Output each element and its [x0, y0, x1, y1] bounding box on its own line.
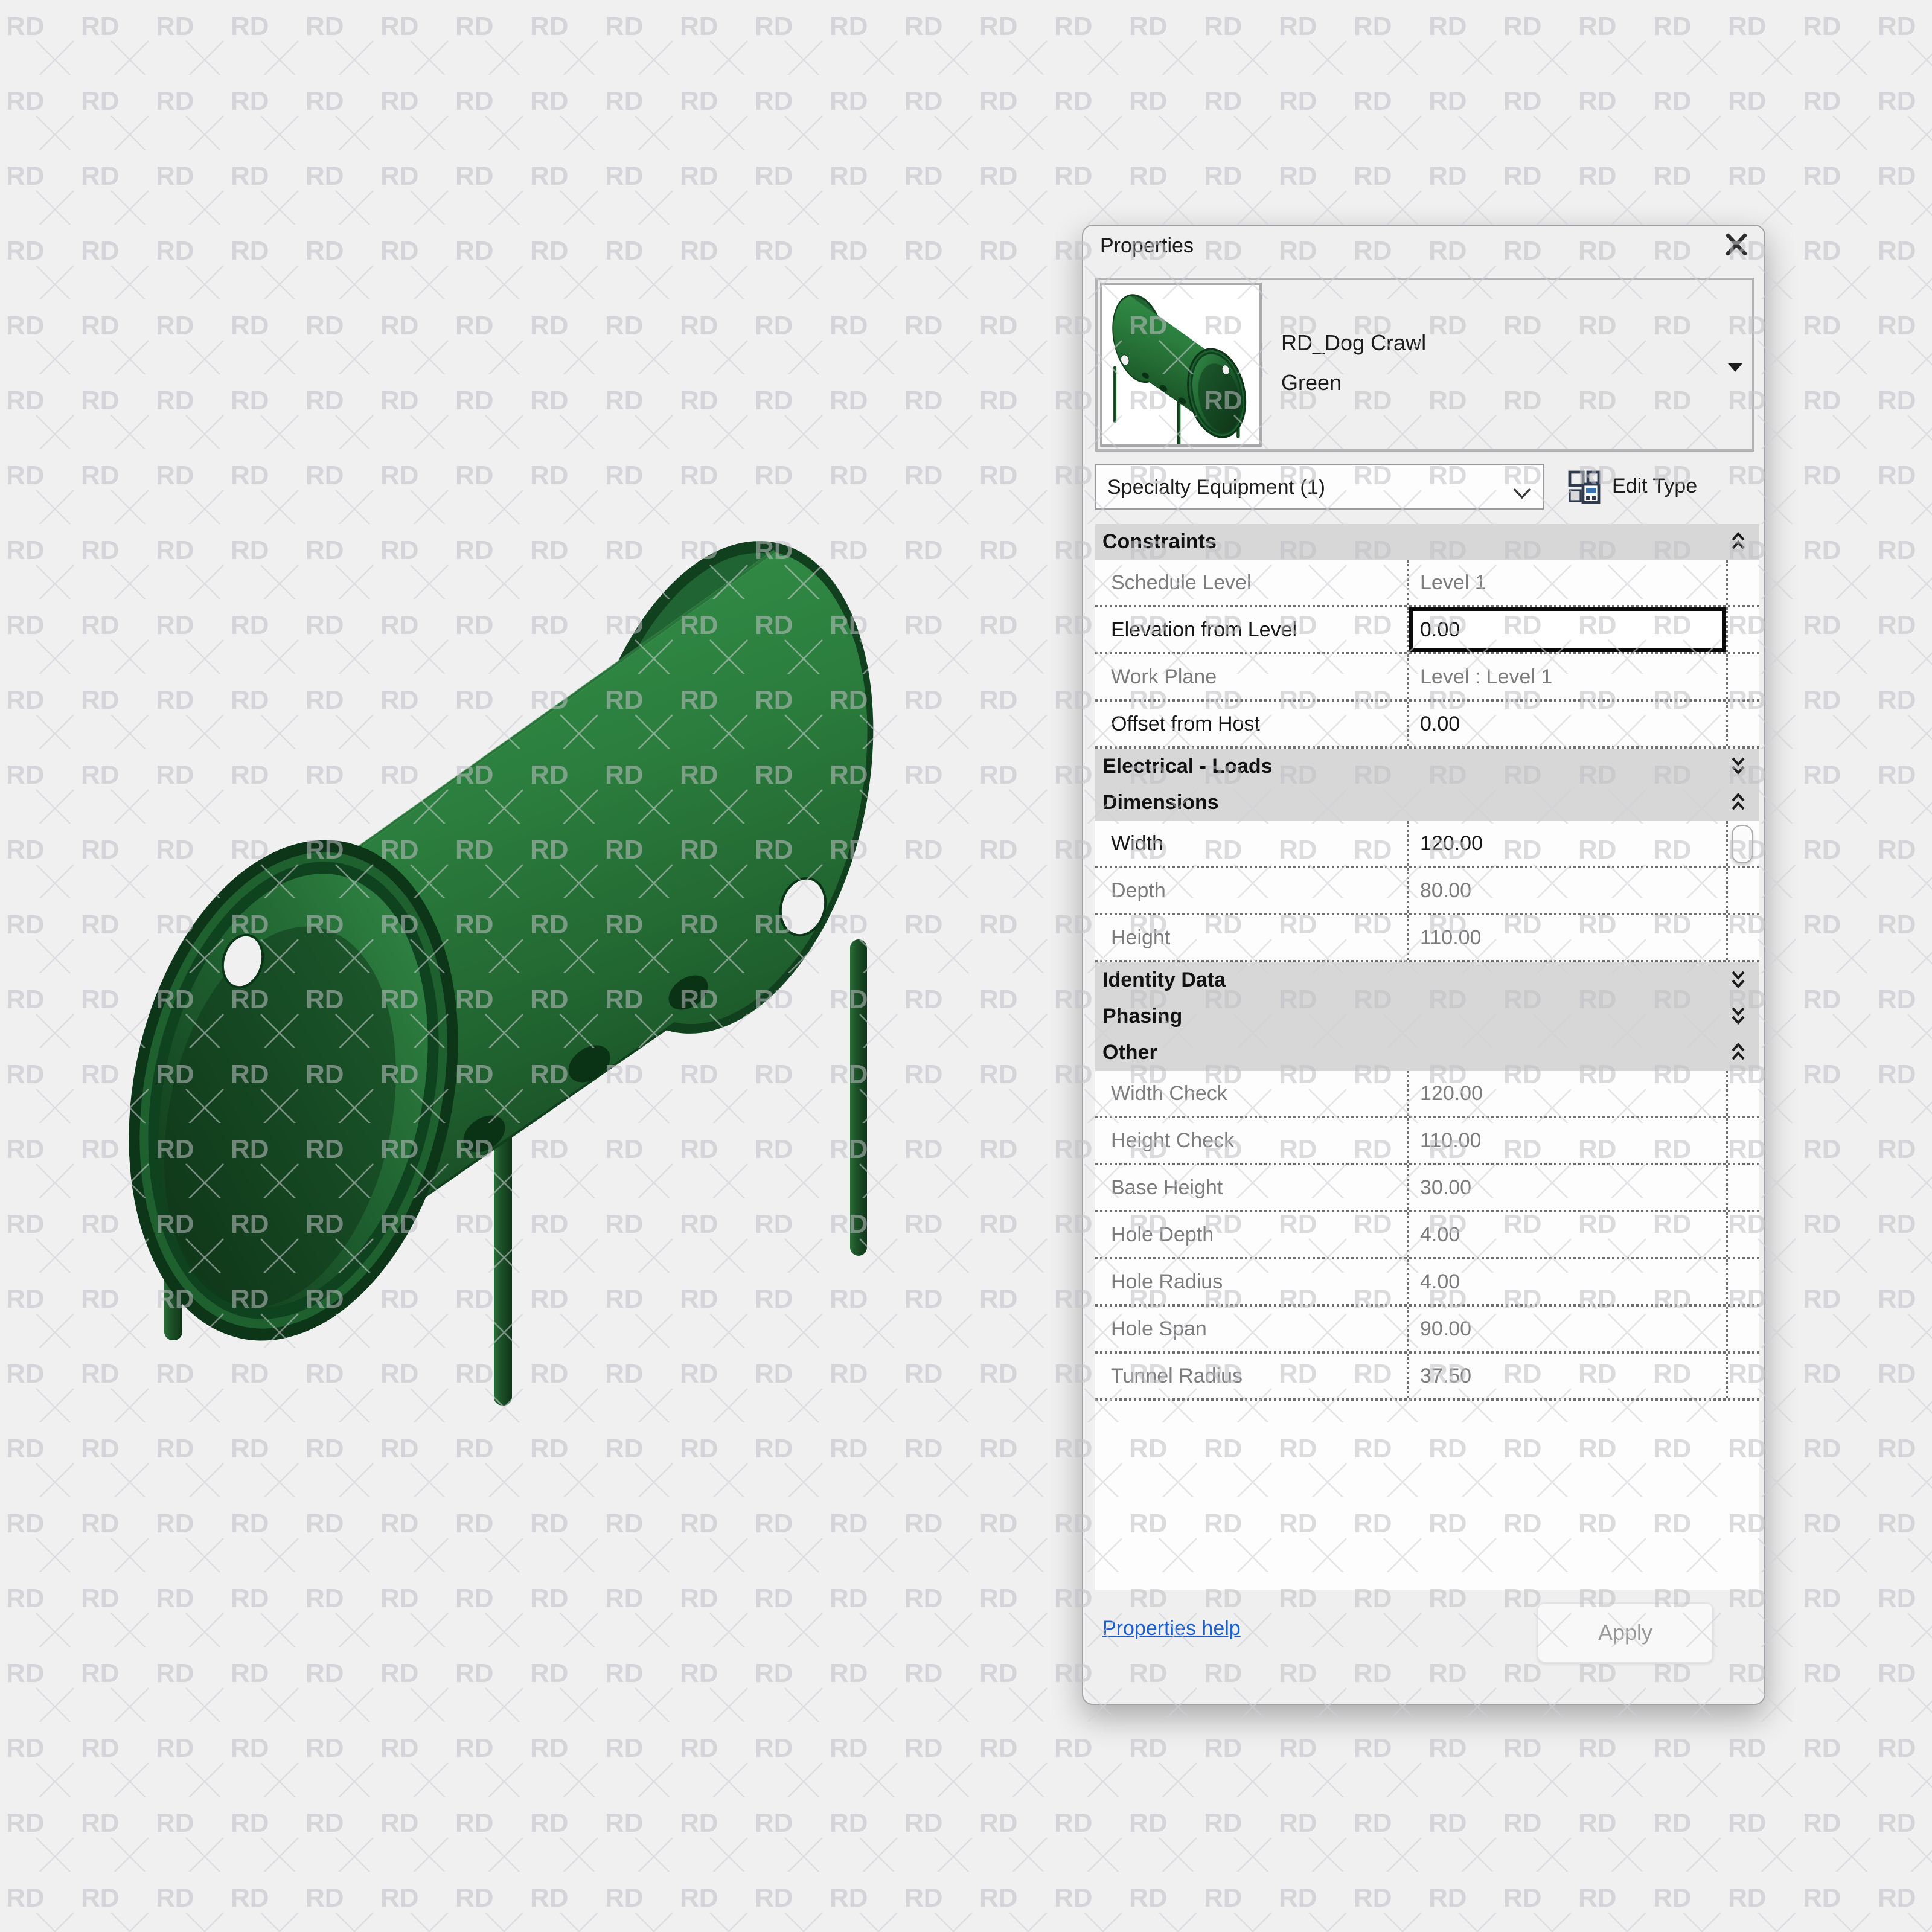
- properties-help-link[interactable]: Properties help: [1102, 1617, 1241, 1641]
- property-label: Work Plane: [1111, 665, 1217, 688]
- property-row-elevation-from-level: Elevation from Level 0.00: [1095, 607, 1759, 654]
- properties-panel: Properties RD_Dog Crawl Green Specialty …: [1082, 225, 1765, 1705]
- panel-title: Properties: [1100, 234, 1194, 257]
- type-selector-dropdown-icon[interactable]: [1728, 357, 1742, 379]
- property-value-width[interactable]: 120.00: [1407, 821, 1726, 866]
- section-header-dimensions[interactable]: Dimensions: [1095, 785, 1759, 821]
- property-label: Depth: [1111, 879, 1166, 902]
- property-value-depth: 80.00: [1407, 868, 1726, 913]
- property-label: Tunnel Radius: [1111, 1364, 1243, 1387]
- row-margin-cell: [1726, 1118, 1759, 1163]
- row-margin-cell: [1726, 821, 1759, 866]
- revit-canvas: Properties RD_Dog Crawl Green Specialty …: [0, 0, 1932, 1932]
- property-value-hole-span: 90.00: [1407, 1307, 1726, 1351]
- row-margin-cell: [1726, 1307, 1759, 1351]
- property-value-width-check: 120.00: [1407, 1071, 1726, 1116]
- row-margin-cell: [1726, 1165, 1759, 1210]
- property-value-hole-radius: 4.00: [1407, 1259, 1726, 1304]
- property-row-width-check: Width Check 120.00: [1095, 1071, 1759, 1118]
- property-row-schedule-level: Schedule Level Level 1: [1095, 560, 1759, 607]
- property-label: Height Check: [1111, 1129, 1235, 1152]
- scrollbar-thumb[interactable]: [1732, 825, 1753, 863]
- property-label: Offset from Host: [1111, 712, 1260, 735]
- property-label: Width Check: [1111, 1082, 1227, 1105]
- expand-section-icon: [1729, 967, 1747, 997]
- row-margin-cell: [1726, 702, 1759, 746]
- property-value-offset-from-host[interactable]: 0.00: [1407, 702, 1726, 746]
- property-row-offset-from-host: Offset from Host 0.00: [1095, 702, 1759, 749]
- row-margin-cell: [1726, 915, 1759, 960]
- collapse-section-icon: [1729, 1040, 1747, 1070]
- expand-section-icon: [1729, 1003, 1747, 1034]
- edit-type-icon: [1566, 469, 1602, 511]
- dog-crawl-tunnel-model[interactable]: [85, 513, 915, 1406]
- row-margin-cell: [1726, 868, 1759, 913]
- property-row-hole-depth: Hole Depth 4.00: [1095, 1212, 1759, 1259]
- section-header-constraints[interactable]: Constraints: [1095, 524, 1759, 560]
- property-row-hole-radius: Hole Radius 4.00: [1095, 1259, 1759, 1307]
- section-label: Other: [1102, 1041, 1157, 1064]
- property-row-depth: Depth 80.00: [1095, 868, 1759, 915]
- section-label: Dimensions: [1102, 791, 1219, 814]
- property-label: Width: [1111, 832, 1163, 855]
- property-row-hole-span: Hole Span 90.00: [1095, 1307, 1759, 1354]
- expand-section-icon: [1729, 753, 1747, 784]
- section-header-phasing[interactable]: Phasing: [1095, 999, 1759, 1035]
- family-name: RD_Dog Crawl: [1281, 331, 1427, 355]
- section-label: Electrical - Loads: [1102, 755, 1273, 778]
- type-selector[interactable]: RD_Dog Crawl Green: [1095, 278, 1754, 452]
- row-margin-cell: [1726, 607, 1759, 652]
- property-label: Elevation from Level: [1111, 618, 1297, 641]
- property-value-work-plane: Level : Level 1: [1407, 654, 1726, 699]
- property-label: Hole Depth: [1111, 1223, 1214, 1246]
- panel-footer: Properties help Apply: [1083, 1588, 1764, 1704]
- property-row-height-check: Height Check 110.00: [1095, 1118, 1759, 1165]
- property-value-schedule-level: Level 1: [1407, 560, 1726, 605]
- property-row-width: Width 120.00: [1095, 821, 1759, 868]
- row-margin-cell: [1726, 1354, 1759, 1398]
- property-value-hole-depth: 4.00: [1407, 1212, 1726, 1257]
- property-value-base-height: 30.00: [1407, 1165, 1726, 1210]
- collapse-section-icon: [1729, 790, 1747, 820]
- collapse-section-icon: [1729, 529, 1747, 559]
- close-icon[interactable]: [1723, 232, 1750, 258]
- type-preview-thumbnail: [1100, 283, 1262, 450]
- edit-type-label: Edit Type: [1612, 475, 1698, 497]
- property-label: Base Height: [1111, 1176, 1223, 1199]
- property-value-elevation-from-level[interactable]: 0.00: [1407, 607, 1726, 652]
- row-margin-cell: [1726, 1071, 1759, 1116]
- section-header-other[interactable]: Other: [1095, 1035, 1759, 1071]
- property-label: Schedule Level: [1111, 571, 1252, 594]
- section-label: Phasing: [1102, 1005, 1183, 1028]
- property-row-work-plane: Work Plane Level : Level 1: [1095, 654, 1759, 702]
- section-label: Identity Data: [1102, 968, 1226, 991]
- chevron-down-icon: [1513, 483, 1531, 505]
- section-header-electrical-loads[interactable]: Electrical - Loads: [1095, 749, 1759, 785]
- category-filter-value: Specialty Equipment (1): [1107, 476, 1325, 499]
- section-label: Constraints: [1102, 530, 1217, 553]
- property-label: Hole Radius: [1111, 1270, 1223, 1293]
- property-label: Height: [1111, 926, 1171, 949]
- property-value-tunnel-radius: 37.50: [1407, 1354, 1726, 1398]
- property-label: Hole Span: [1111, 1317, 1207, 1340]
- row-margin-cell: [1726, 654, 1759, 699]
- property-row-base-height: Base Height 30.00: [1095, 1165, 1759, 1212]
- type-name-line: Green: [1281, 371, 1342, 395]
- row-margin-cell: [1726, 1212, 1759, 1257]
- apply-button[interactable]: Apply: [1537, 1602, 1713, 1663]
- tunnel-leg: [494, 1123, 512, 1406]
- section-header-identity-data[interactable]: Identity Data: [1095, 962, 1759, 999]
- row-margin-cell: [1726, 560, 1759, 605]
- property-value-height-check: 110.00: [1407, 1118, 1726, 1163]
- category-filter-dropdown[interactable]: Specialty Equipment (1): [1095, 464, 1544, 510]
- tunnel-leg: [850, 939, 867, 1256]
- property-row-tunnel-radius: Tunnel Radius 37.50: [1095, 1354, 1759, 1401]
- properties-table: Constraints Schedule Level Level 1 Elevatio…: [1095, 524, 1759, 1590]
- edit-type-button[interactable]: Edit Type: [1564, 464, 1754, 510]
- property-row-height: Height 110.00: [1095, 915, 1759, 962]
- row-margin-cell: [1726, 1259, 1759, 1304]
- property-value-height: 110.00: [1407, 915, 1726, 960]
- type-name: RD_Dog Crawl Green: [1281, 324, 1426, 403]
